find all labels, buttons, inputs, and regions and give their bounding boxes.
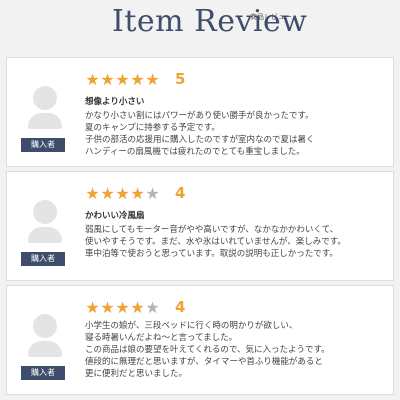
star-filled-icon: ★	[85, 70, 100, 89]
star-filled-icon: ★	[130, 298, 145, 317]
user-avatar-icon	[28, 200, 62, 252]
review-line: 使いやすそうです。まだ、水や氷はいれていませんが、楽しみです。	[85, 237, 346, 247]
star-filled-icon: ★	[115, 70, 130, 89]
star-filled-icon: ★	[85, 298, 100, 317]
review-card: 購入者 ★★★★★ 4 かわいい冷風扇 弱風にしてもモーター音がやや高いですが、…	[6, 171, 394, 281]
review-line: かなり小さい割にはパワーがあり使い勝手が良かったです。	[85, 111, 314, 121]
review-title: 想像より小さい	[85, 97, 145, 107]
review-line: 弱風にしてもモーター音がやや高いですが、なかなかかわいくて、	[85, 225, 339, 235]
review-line: 寝る時暑いんだよね〜と言ってました。	[85, 333, 238, 343]
star-filled-icon: ★	[145, 70, 160, 89]
review-card: 購入者 ★★★★★ 4 小学生の娘が、三段ベッドに行く時の明かりが欲しい、 寝る…	[6, 285, 394, 395]
rating-score: 4	[175, 184, 186, 202]
star-empty-icon: ★	[145, 298, 160, 317]
review-line: この商品は娘の要望を叶えてくれるので、気に入ったようです。	[85, 345, 330, 355]
review-line: 値段的に無理だと思いますが、タイマーや首ふり機能があると	[85, 357, 323, 367]
purchaser-badge: 購入者	[21, 138, 65, 152]
purchaser-badge: 購入者	[21, 252, 65, 266]
review-body: 弱風にしてもモーター音がやや高いですが、なかなかかわいくて、 使いやすそうです。…	[85, 224, 387, 260]
purchaser-badge: 購入者	[21, 366, 65, 380]
review-line: 車中泊等で使おうと思っています。取説の説明も正しかったです。	[85, 249, 338, 259]
star-rating: ★★★★★	[85, 298, 160, 317]
review-list: 購入者 ★★★★★ 5 想像より小さい かなり小さい割にはパワーがあり使い勝手が…	[6, 57, 394, 395]
review-line: 子供の部活の応援用に購入したのですが室内なので夏は暑く	[85, 135, 315, 145]
review-line: 更に便利だと思いました。	[85, 369, 188, 379]
review-title: かわいい冷風扇	[85, 211, 145, 221]
page-header: Item Review 商品レビュー	[0, 0, 400, 52]
rating-score: 4	[175, 298, 186, 316]
star-filled-icon: ★	[85, 184, 100, 203]
user-avatar-icon	[28, 86, 62, 138]
review-body: かなり小さい割にはパワーがあり使い勝手が良かったです。 夏のキャンプに持参する予…	[85, 110, 387, 158]
star-filled-icon: ★	[130, 184, 145, 203]
user-avatar-icon	[28, 314, 62, 366]
review-body: 小学生の娘が、三段ベッドに行く時の明かりが欲しい、 寝る時暑いんだよね〜と言って…	[85, 320, 387, 380]
star-filled-icon: ★	[100, 184, 115, 203]
star-filled-icon: ★	[115, 184, 130, 203]
star-rating: ★★★★★	[85, 184, 160, 203]
star-filled-icon: ★	[100, 298, 115, 317]
review-line: 夏のキャンプに持参する予定です。	[85, 123, 220, 133]
star-empty-icon: ★	[145, 184, 160, 203]
page-subtitle: 商品レビュー	[250, 13, 292, 21]
star-filled-icon: ★	[100, 70, 115, 89]
star-filled-icon: ★	[115, 298, 130, 317]
review-line: 小学生の娘が、三段ベッドに行く時の明かりが欲しい、	[85, 321, 298, 331]
review-line: ハンディーの扇風機では疲れたのでとても重宝しました。	[85, 147, 305, 157]
review-card: 購入者 ★★★★★ 5 想像より小さい かなり小さい割にはパワーがあり使い勝手が…	[6, 57, 394, 167]
star-filled-icon: ★	[130, 70, 145, 89]
star-rating: ★★★★★	[85, 70, 160, 89]
rating-score: 5	[175, 70, 186, 88]
